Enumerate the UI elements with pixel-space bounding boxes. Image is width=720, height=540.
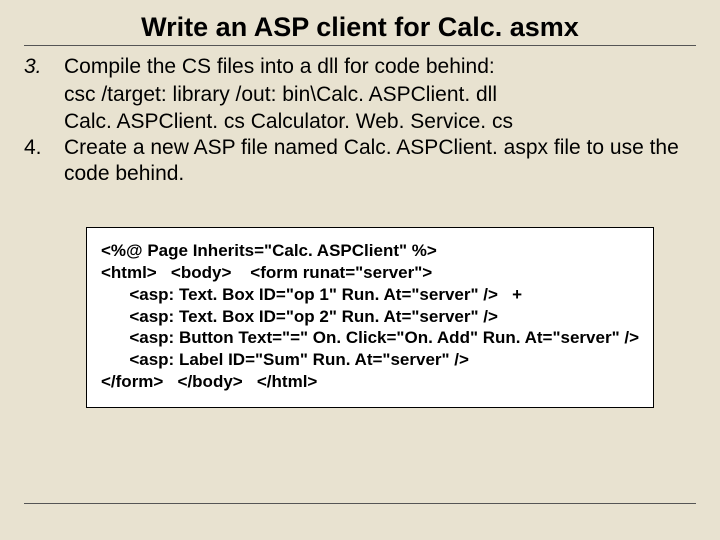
step-4-text: Create a new ASP file named Calc. ASPCli… (64, 135, 696, 188)
code-line-5: <asp: Button Text="=" On. Click="On. Add… (101, 328, 639, 347)
code-box: <%@ Page Inherits="Calc. ASPClient" %> <… (86, 227, 654, 407)
bottom-rule (24, 503, 696, 504)
slide: Write an ASP client for Calc. asmx 3. Co… (0, 0, 720, 540)
code-line-1: <%@ Page Inherits="Calc. ASPClient" %> (101, 241, 437, 260)
code-line-4: <asp: Text. Box ID="op 2" Run. At="serve… (101, 307, 498, 326)
code-line-6: <asp: Label ID="Sum" Run. At="server" /> (101, 350, 469, 369)
step-4: 4. Create a new ASP file named Calc. ASP… (24, 135, 696, 188)
step-3-line2: csc /target: library /out: bin\Calc. ASP… (64, 82, 696, 108)
step-3-line3: Calc. ASPClient. cs Calculator. Web. Ser… (64, 109, 696, 135)
step-4-number: 4. (24, 135, 64, 188)
step-3-line1: Compile the CS files into a dll for code… (64, 54, 696, 80)
body-text: 3. Compile the CS files into a dll for c… (24, 54, 696, 408)
title-rule (24, 45, 696, 46)
step-3: 3. Compile the CS files into a dll for c… (24, 54, 696, 80)
slide-title: Write an ASP client for Calc. asmx (24, 12, 696, 43)
code-line-2: <html> <body> <form runat="server"> (101, 263, 432, 282)
step-3-number: 3. (24, 54, 64, 80)
code-line-7: </form> </body> </html> (101, 372, 317, 391)
code-line-3: <asp: Text. Box ID="op 1" Run. At="serve… (101, 285, 522, 304)
